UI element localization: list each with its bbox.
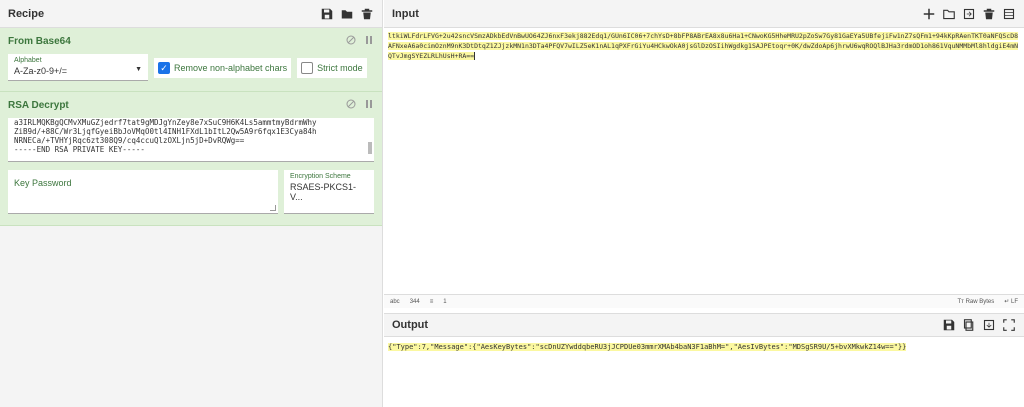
key-line: NRNECa/+TVHYjRqc6zt308Q9/cq4ccuQlzOXLjn5… [14,136,245,145]
load-recipe-icon[interactable] [340,7,354,21]
key-password-input[interactable]: Key Password [8,170,278,214]
key-line: ZiB9d/+88C/Wr3LjqfGyeiBbJoVMqO0tl4INH1FX… [14,127,317,136]
maximise-output-icon[interactable] [1002,318,1016,332]
input-length: 344 [409,298,420,305]
output-text: {"Type":7,"Message":{"AesKeyBytes":"scDn… [388,343,907,351]
length-icon: abc [390,298,400,305]
strict-mode-label: Strict mode [317,63,363,73]
output-header: Output [384,313,1024,337]
eol-button[interactable]: ↵ LF [1004,298,1018,305]
recipe-title: Recipe [8,7,45,20]
io-pane: Input ltkiWLFdrLFVG+2u42sncVSmzADkbEdVnB… [384,0,1024,407]
encryption-scheme-value: RSAES-PKCS1-V... [290,182,357,202]
open-folder-icon[interactable] [942,7,956,21]
textarea-scrollbar[interactable] [368,142,372,154]
encryption-scheme-select[interactable]: Encryption Scheme RSAES-PKCS1-V... [284,170,374,214]
recipe-pane: Recipe From Base64 Alphabet A-Za-z0-9+/=… [0,0,383,407]
clear-recipe-icon[interactable] [360,7,374,21]
reset-layout-icon[interactable] [1002,7,1016,21]
alphabet-label: Alphabet [14,57,42,64]
alphabet-value: A-Za-z0-9+/= [14,66,68,76]
clear-input-icon[interactable] [982,7,996,21]
remove-non-alpha-checkbox[interactable]: ✓ Remove non-alphabet chars [154,58,292,78]
key-line: -----END RSA PRIVATE KEY----- [14,145,145,154]
input-status-bar: abc 344 ≡ 1 Tт Raw Bytes ↵ LF [384,294,1024,308]
lines-icon: ≡ [429,298,434,305]
chevron-down-icon: ▼ [135,66,142,73]
checkbox-checked-icon: ✓ [158,62,170,74]
raw-bytes-button[interactable]: Tт Raw Bytes [958,299,995,305]
pause-op-icon[interactable] [364,99,374,112]
resize-handle-icon[interactable] [270,205,276,211]
recipe-header: Recipe [0,0,382,28]
text-format-icon: Tт [957,298,964,305]
open-file-icon[interactable] [962,7,976,21]
save-output-icon[interactable] [942,318,956,332]
eol-label: LF [1010,299,1018,305]
remove-non-alpha-label: Remove non-alphabet chars [174,63,288,73]
save-recipe-icon[interactable] [320,7,334,21]
return-icon: ↵ [1004,299,1010,305]
alphabet-select[interactable]: Alphabet A-Za-z0-9+/= ▼ [8,54,148,81]
op-rsa-decrypt[interactable]: RSA Decrypt a3IRLMQKBgQCMvXMuGZjedrf7tat… [0,92,382,226]
output-textarea[interactable]: {"Type":7,"Message":{"AesKeyBytes":"scDn… [384,337,1024,407]
disable-op-icon[interactable] [346,35,356,48]
strict-mode-checkbox[interactable]: Strict mode [297,58,367,78]
replace-input-icon[interactable] [982,318,996,332]
input-lines: 1 [443,298,447,305]
op-from-base64[interactable]: From Base64 Alphabet A-Za-z0-9+/= ▼ ✓ Re… [0,28,382,92]
op-name: RSA Decrypt [8,99,69,111]
checkbox-unchecked-icon [301,62,314,74]
disable-op-icon[interactable] [346,99,356,112]
op-name: From Base64 [8,35,71,47]
input-header: Input [384,0,1024,28]
copy-output-icon[interactable] [962,318,976,332]
add-tab-icon[interactable] [922,7,936,21]
raw-bytes-label: Raw Bytes [965,298,995,305]
input-text: ltkiWLFdrLFVG+2u42sncVSmzADkbEdVnBwUO64Z… [388,32,1019,60]
input-textarea[interactable]: ltkiWLFdrLFVG+2u42sncVSmzADkbEdVnBwUO64Z… [384,28,1024,294]
cyberchef-app: Recipe From Base64 Alphabet A-Za-z0-9+/=… [0,0,1024,407]
key-password-placeholder: Key Password [14,178,72,188]
key-line: a3IRLMQKBgQCMvXMuGZjedrf7tat9gMDJgYnZey8… [14,118,317,127]
encryption-scheme-label: Encryption Scheme [290,173,351,180]
output-title: Output [392,319,429,331]
input-title: Input [392,7,419,20]
private-key-textarea[interactable]: a3IRLMQKBgQCMvXMuGZjedrf7tat9gMDJgYnZey8… [8,118,374,162]
text-cursor [474,52,476,60]
pause-op-icon[interactable] [364,35,374,48]
